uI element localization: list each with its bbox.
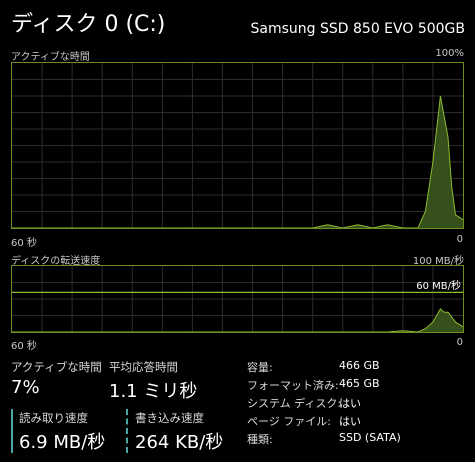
write-speed-label: 書き込み速度 bbox=[135, 411, 204, 425]
active-time-duration-label: 60 秒 bbox=[11, 238, 37, 249]
formatted-value: 465 GB bbox=[339, 377, 380, 390]
active-time-max-label: 100% bbox=[435, 48, 464, 59]
read-speed-value: 6.9 MB/秒 bbox=[19, 432, 106, 453]
transfer-rate-min-label: 0 bbox=[456, 337, 463, 348]
read-speed-marker bbox=[11, 409, 13, 453]
write-speed-value: 264 KB/秒 bbox=[135, 432, 224, 453]
transfer-rate-graph bbox=[11, 265, 464, 333]
transfer-rate-duration-label: 60 秒 bbox=[11, 341, 37, 352]
page-file-label: ページ ファイル: bbox=[247, 415, 331, 428]
type-label: 種類: bbox=[247, 433, 273, 446]
capacity-label: 容量: bbox=[247, 361, 273, 374]
active-time-stat-value: 7% bbox=[11, 377, 40, 398]
active-time-min-label: 0 bbox=[456, 234, 463, 245]
transfer-rate-area bbox=[12, 308, 463, 332]
type-value: SSD (SATA) bbox=[339, 431, 401, 444]
write-speed-marker bbox=[126, 409, 128, 453]
response-time-value: 1.1 ミリ秒 bbox=[109, 381, 198, 402]
read-speed-label: 読み取り速度 bbox=[19, 411, 88, 425]
active-time-stat-label: アクティブな時間 bbox=[11, 360, 102, 374]
disk-title: ディスク 0 (C:) bbox=[11, 12, 166, 37]
transfer-rate-reference-label: 60 MB/秒 bbox=[416, 281, 461, 292]
active-time-graph bbox=[11, 62, 464, 229]
response-time-label: 平均応答時間 bbox=[109, 360, 178, 374]
formatted-label: フォーマット済み: bbox=[247, 379, 339, 392]
system-disk-value: はい bbox=[339, 397, 361, 410]
page-file-value: はい bbox=[339, 415, 361, 428]
system-disk-label: システム ディスク: bbox=[247, 397, 342, 410]
capacity-value: 466 GB bbox=[339, 359, 380, 372]
disk-model: Samsung SSD 850 EVO 500GB bbox=[250, 21, 465, 37]
active-time-graph-label: アクティブな時間 bbox=[11, 52, 90, 63]
transfer-rate-line bbox=[12, 308, 464, 333]
